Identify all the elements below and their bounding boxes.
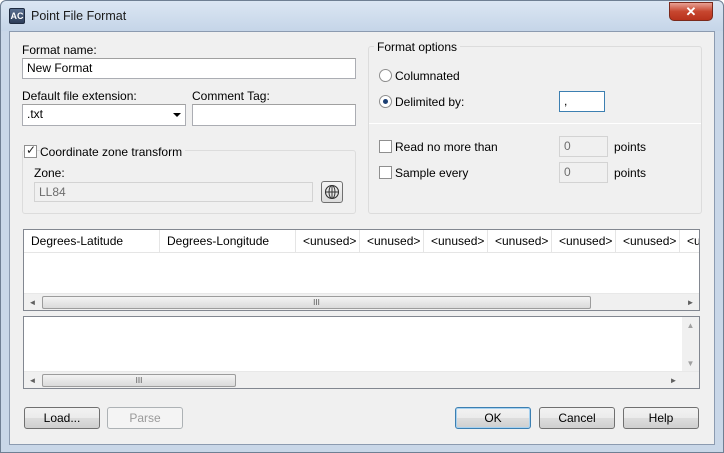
- dialog-window: AC Point File Format ✕ Format name: New …: [0, 0, 724, 453]
- default-extension-value: .txt: [27, 107, 44, 121]
- scroll-thumb[interactable]: III: [42, 296, 591, 309]
- read-no-more-label: Read no more than: [395, 140, 498, 154]
- sample-every-unit: points: [614, 166, 647, 180]
- zone-input[interactable]: LL84: [34, 182, 313, 202]
- read-no-more-checkbox[interactable]: [379, 140, 392, 153]
- delimiter-input[interactable]: ,: [559, 91, 605, 112]
- close-button[interactable]: ✕: [669, 2, 713, 21]
- preview-panel[interactable]: ▲ ▼ ◄ III ►: [23, 316, 700, 389]
- column-header[interactable]: <unused>: [424, 230, 488, 252]
- scroll-right-arrow[interactable]: ►: [682, 294, 699, 310]
- help-button[interactable]: Help: [623, 407, 699, 429]
- coordinate-transform-checkbox[interactable]: [24, 143, 37, 158]
- read-no-more-unit: points: [614, 140, 647, 154]
- window-title: Point File Format: [31, 9, 127, 23]
- format-name-input[interactable]: New Format: [22, 58, 356, 79]
- columnated-radio[interactable]: [379, 69, 392, 82]
- column-header[interactable]: <unused>: [488, 230, 552, 252]
- ok-button[interactable]: OK: [455, 407, 531, 429]
- scroll-down-arrow[interactable]: ▼: [682, 355, 699, 372]
- scroll-left-arrow[interactable]: ◄: [24, 294, 41, 310]
- coordinate-transform-label: Coordinate zone transform: [40, 145, 186, 159]
- column-header[interactable]: <unused>: [360, 230, 424, 252]
- comment-tag-label: Comment Tag:: [192, 89, 270, 103]
- column-header[interactable]: <unused>: [552, 230, 616, 252]
- column-header[interactable]: Degrees-Latitude: [24, 230, 160, 252]
- default-extension-combo[interactable]: .txt: [22, 104, 186, 126]
- read-no-more-input[interactable]: 0: [559, 136, 608, 157]
- sample-every-checkbox[interactable]: [379, 166, 392, 179]
- load-button[interactable]: Load...: [24, 407, 100, 429]
- options-divider: [369, 123, 701, 124]
- format-options-label: Format options: [374, 40, 461, 54]
- app-icon: AC: [9, 8, 25, 24]
- cancel-button[interactable]: Cancel: [539, 407, 615, 429]
- column-header[interactable]: <unused>: [296, 230, 360, 252]
- default-extension-label: Default file extension:: [22, 89, 137, 103]
- column-header[interactable]: <unused>: [616, 230, 680, 252]
- preview-vertical-scrollbar[interactable]: ▲ ▼: [682, 317, 699, 372]
- grid-horizontal-scrollbar[interactable]: ◄ III ►: [24, 293, 699, 310]
- sample-every-label: Sample every: [395, 166, 469, 180]
- scroll-up-arrow[interactable]: ▲: [682, 317, 699, 334]
- column-header[interactable]: <u: [680, 230, 699, 252]
- title-bar[interactable]: AC Point File Format ✕: [1, 1, 723, 31]
- header-divider: [24, 252, 699, 253]
- parse-button[interactable]: Parse: [107, 407, 183, 429]
- sample-every-input[interactable]: 0: [559, 162, 608, 183]
- zone-picker-button[interactable]: [321, 181, 343, 203]
- scroll-left-arrow[interactable]: ◄: [24, 372, 41, 388]
- dialog-client-area: Format name: New Format Default file ext…: [9, 31, 715, 445]
- format-name-label: Format name:: [22, 43, 97, 57]
- column-header[interactable]: Degrees-Longitude: [160, 230, 296, 252]
- column-grid[interactable]: Degrees-Latitude Degrees-Longitude <unus…: [23, 229, 700, 311]
- scroll-right-arrow[interactable]: ►: [665, 372, 682, 388]
- delimited-label: Delimited by:: [395, 95, 465, 109]
- globe-icon: [324, 184, 340, 200]
- preview-horizontal-scrollbar[interactable]: ◄ III ►: [24, 371, 699, 388]
- delimited-radio[interactable]: [379, 95, 392, 108]
- columnated-label: Columnated: [395, 69, 460, 83]
- zone-label: Zone:: [34, 166, 65, 180]
- comment-tag-input[interactable]: [192, 104, 356, 126]
- chevron-down-icon[interactable]: [173, 113, 181, 117]
- scroll-thumb[interactable]: III: [42, 374, 236, 387]
